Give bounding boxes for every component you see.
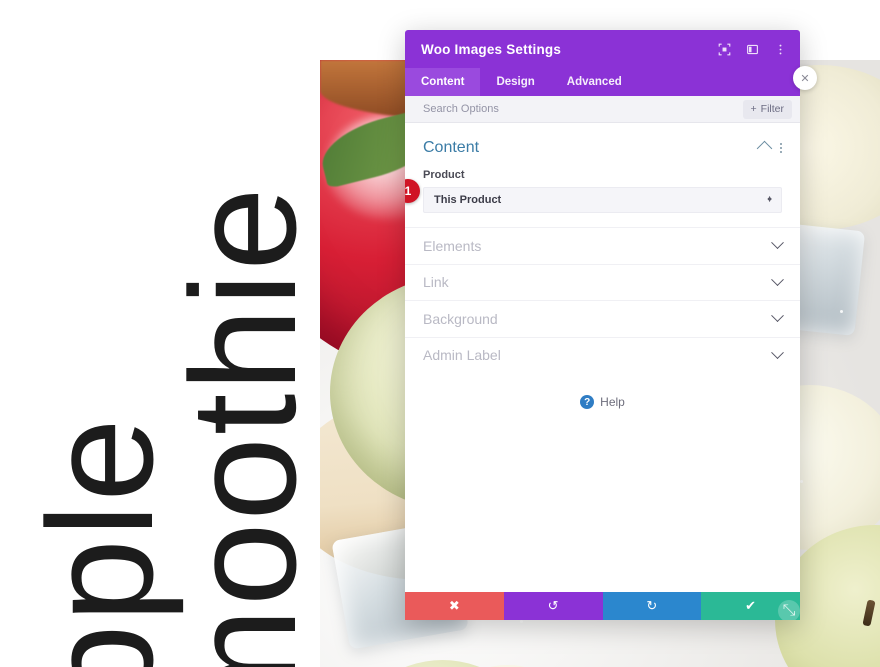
tab-design[interactable]: Design [480, 68, 550, 96]
check-icon: ✔ [745, 598, 757, 613]
search-bar: + Filter [405, 96, 800, 123]
section-link-label: Link [423, 274, 449, 291]
redo-icon: ↻ [646, 598, 658, 613]
modal-header-icons [716, 41, 788, 57]
chevron-down-icon [771, 346, 784, 359]
undo-button[interactable]: ↺ [503, 592, 603, 620]
content-section-header[interactable]: Content [405, 123, 800, 169]
section-kebab-menu-icon[interactable] [780, 143, 782, 153]
cancel-button[interactable]: ✖ [405, 592, 504, 620]
hero-left-panel: Apple smoothie [0, 0, 320, 667]
close-icon: ✕ [800, 72, 810, 85]
section-admin-label[interactable]: Admin Label [405, 336, 800, 374]
product-select-value: This Product [434, 194, 502, 206]
modal-header: Woo Images Settings [405, 30, 800, 68]
section-background-label: Background [423, 310, 498, 327]
section-elements-label: Elements [423, 237, 482, 254]
search-input[interactable] [423, 103, 743, 115]
chevron-down-icon [771, 273, 784, 286]
resize-icon: ⤡ [782, 602, 796, 619]
chevron-down-icon [771, 309, 784, 323]
modal-body: Content 1 Product This Product ▲ ▼ Elemen… [405, 123, 800, 592]
woo-images-settings-modal: Woo Images Settings Content Design Advan… [405, 30, 800, 620]
kebab-menu-icon[interactable] [772, 41, 788, 57]
redo-button[interactable]: ↻ [602, 592, 702, 620]
headline-line-2: smoothie [159, 185, 320, 667]
modal-tabs: Content Design Advanced [405, 68, 800, 96]
filter-button-label: Filter [760, 103, 784, 115]
content-section-title: Content [423, 139, 480, 156]
tab-content[interactable]: Content [405, 68, 481, 96]
undo-icon: ↺ [547, 598, 559, 613]
tab-advanced[interactable]: Advanced [551, 68, 638, 96]
plus-icon: + [750, 103, 757, 115]
chevron-down-icon [771, 236, 784, 250]
resize-handle[interactable]: ⤡ [778, 600, 800, 620]
vertical-headline: Apple smoothie [0, 0, 320, 667]
layout-panel-icon[interactable] [744, 41, 760, 57]
help-icon: ? [580, 395, 595, 409]
page-root: Apple smoothie ✕ Woo Images Settings Con… [0, 0, 880, 667]
product-select[interactable]: This Product ▲ ▼ [423, 187, 782, 213]
headline-line-1: Apple [16, 416, 184, 667]
fullscreen-icon[interactable] [716, 41, 732, 57]
product-field: 1 Product This Product ▲ ▼ [405, 169, 800, 227]
filter-button[interactable]: + Filter [742, 99, 792, 119]
close-icon: ✖ [448, 598, 460, 613]
section-link[interactable]: Link [405, 263, 800, 301]
modal-title: Woo Images Settings [421, 41, 562, 57]
section-background[interactable]: Background [405, 300, 800, 337]
product-field-label: Product [423, 169, 465, 181]
help-label: Help [600, 395, 625, 409]
close-modal-fab[interactable]: ✕ [793, 66, 817, 90]
select-arrows-icon: ▲ ▼ [766, 195, 773, 204]
modal-footer: ✖ ↺ ↻ ✔ ⤡ [405, 592, 800, 620]
section-elements[interactable]: Elements [405, 227, 800, 264]
section-admin-label-label: Admin Label [423, 347, 501, 364]
step-badge-1: 1 [405, 179, 420, 203]
help-link[interactable]: ? Help [405, 395, 800, 409]
chevron-up-icon[interactable] [756, 140, 773, 156]
